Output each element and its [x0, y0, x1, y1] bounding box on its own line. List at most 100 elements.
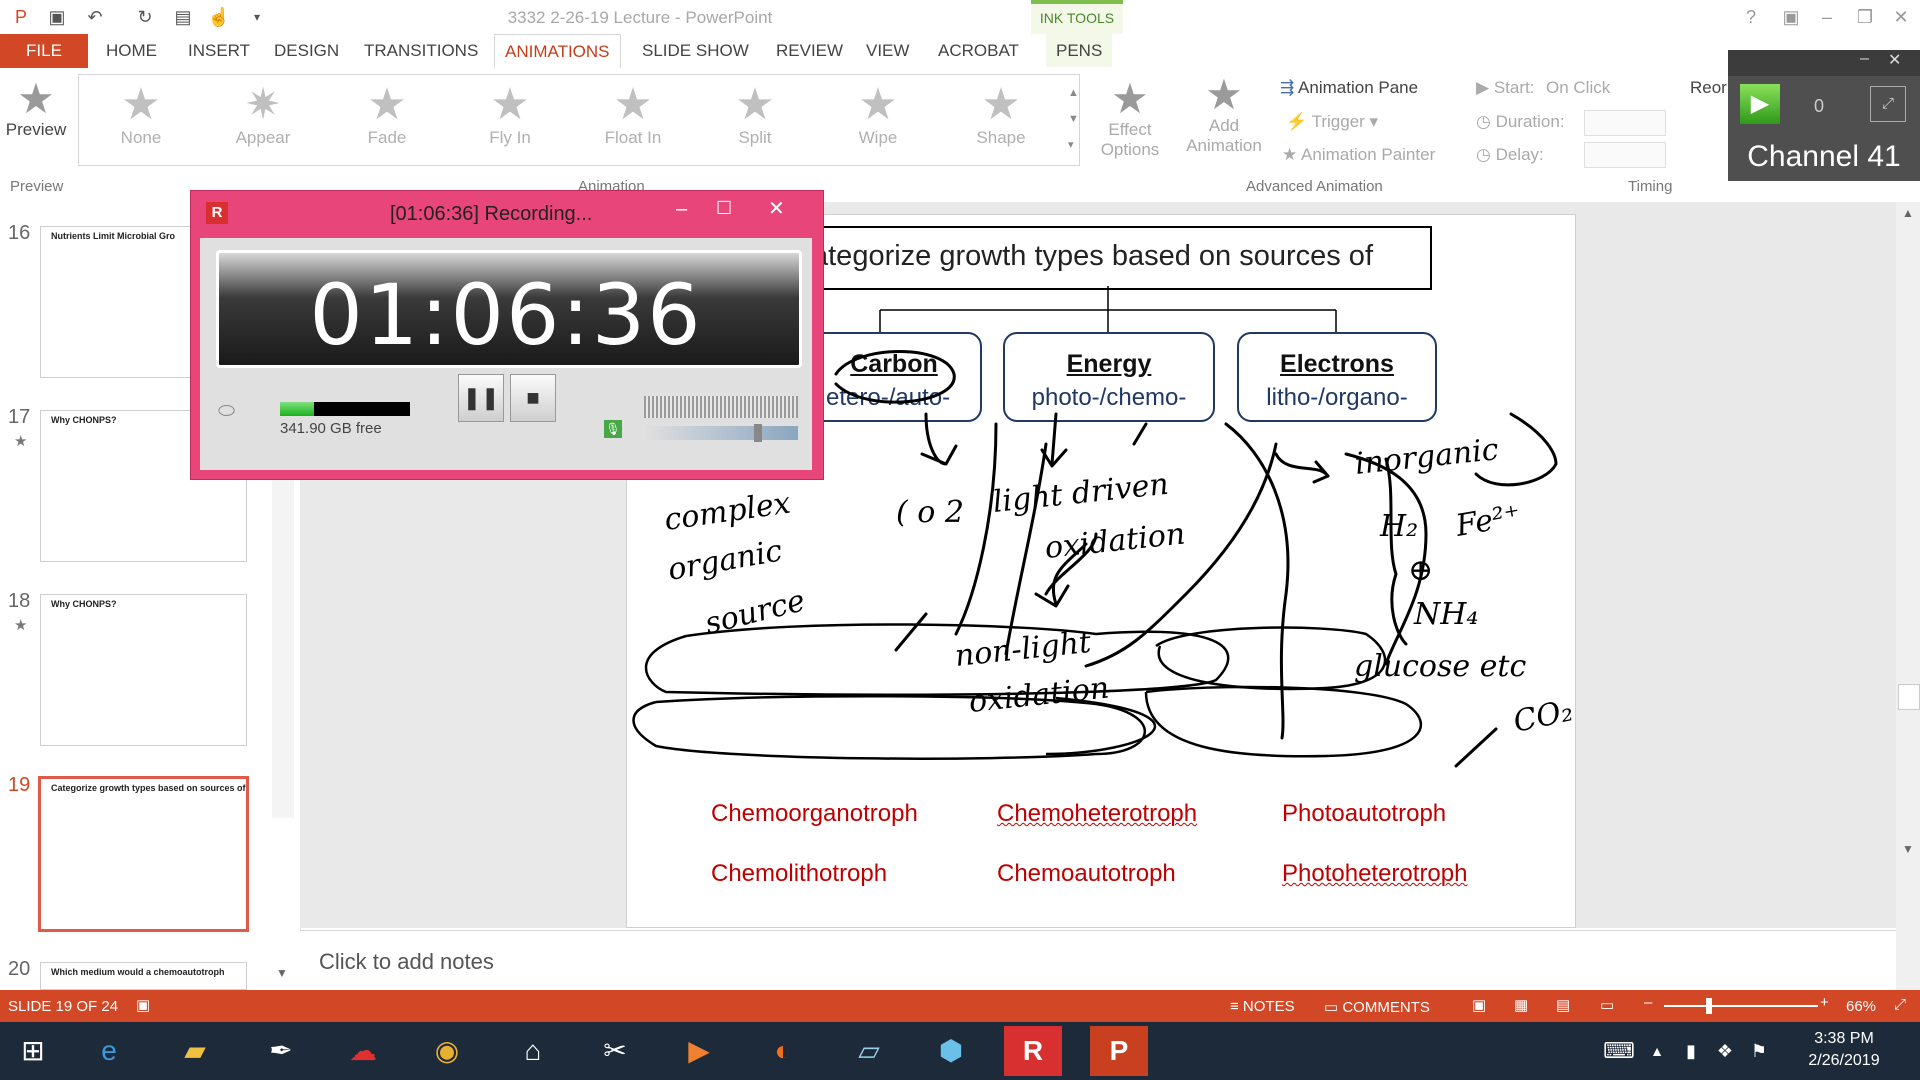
add-animation-icon: ★ [1205, 71, 1243, 118]
fade-star-icon: ★ [367, 80, 407, 129]
tab-slide-show[interactable]: SLIDE SHOW [632, 34, 759, 67]
touch-keyboard-icon[interactable]: ⌨ [1590, 1026, 1648, 1076]
internet-explorer-icon[interactable]: e [80, 1026, 138, 1076]
powerpoint-taskbar-icon[interactable]: P [1090, 1026, 1148, 1076]
dropbox-icon[interactable]: ❖ [1710, 1026, 1740, 1076]
overlay-close-icon[interactable]: ✕ [1888, 50, 1901, 70]
channel-expand-icon[interactable]: ⤢ [1870, 86, 1906, 122]
zoom-level[interactable]: 66% [1846, 998, 1876, 1015]
comments-button[interactable]: ▭ COMMENTS [1324, 998, 1430, 1016]
anim-wipe[interactable]: ★ Wipe [823, 82, 933, 148]
zoom-slider-thumb[interactable] [1706, 998, 1712, 1014]
chrome-icon[interactable]: ◉ [418, 1026, 476, 1076]
3d-app-icon[interactable]: ⬢ [922, 1026, 980, 1076]
preview-button[interactable]: ★ Preview [4, 78, 68, 140]
anim-fade[interactable]: ★ Fade [332, 82, 442, 148]
anim-shape[interactable]: ★ Shape [946, 82, 1056, 148]
scroll-thumb[interactable] [1898, 684, 1920, 710]
scroll-down-icon[interactable]: ▼ [276, 966, 288, 980]
reorder-label: Reor [1690, 78, 1727, 97]
slide-show-icon[interactable]: ▭ [1600, 996, 1614, 1014]
duration-field[interactable] [1584, 110, 1666, 136]
tab-acrobat[interactable]: ACROBAT [928, 34, 1029, 67]
action-flag-icon[interactable]: ⚑ [1744, 1026, 1774, 1076]
tab-insert[interactable]: INSERT [178, 34, 260, 67]
scroll-up-icon[interactable]: ▲ [1902, 206, 1914, 220]
fit-slide-icon[interactable]: ⤢ [1894, 996, 1906, 1013]
snipping-tool-icon[interactable]: ✂ [586, 1026, 644, 1076]
tray-overflow-icon[interactable]: ▲ [1642, 1026, 1672, 1076]
tab-view[interactable]: VIEW [856, 34, 919, 67]
pen-app-icon[interactable]: ✒ [252, 1026, 310, 1076]
recorder-maximize-icon[interactable]: ☐ [716, 198, 732, 219]
animation-painter-button[interactable]: ★ Animation Painter [1282, 145, 1435, 165]
media-player-icon[interactable]: ▶ [670, 1026, 728, 1076]
slide-thumbnail-19[interactable]: Categorize growth types based on sources… [38, 776, 249, 932]
tab-review[interactable]: REVIEW [766, 34, 853, 67]
notes-app-icon[interactable]: ▱ [840, 1026, 898, 1076]
start-icon[interactable]: ⊞ [4, 1026, 62, 1076]
spellcheck-icon[interactable]: ▣ [136, 996, 150, 1014]
notes-button[interactable]: ≡ NOTES [1230, 998, 1295, 1015]
anim-none[interactable]: ★ None [86, 82, 196, 148]
preview-label: Preview [5, 120, 67, 139]
anim-float-in[interactable]: ★ Float In [578, 82, 688, 148]
svg-text:complex: complex [662, 486, 792, 538]
zoom-out-icon[interactable]: – [1644, 994, 1652, 1011]
firefox-icon[interactable]: ◐ [754, 1026, 812, 1076]
normal-view-icon[interactable]: ▣ [1472, 996, 1486, 1014]
recorder-taskbar-icon[interactable]: R [1004, 1026, 1062, 1076]
overlay-minimize-icon[interactable]: – [1860, 50, 1869, 68]
reading-view-icon[interactable]: ▤ [1556, 996, 1570, 1014]
recorder-minimize-icon[interactable]: – [676, 198, 687, 221]
ribbon-display-icon[interactable]: ▣ [1776, 4, 1806, 30]
trigger-button[interactable]: ⚡ Trigger ▾ [1286, 112, 1378, 132]
pause-button[interactable]: ❚❚ [458, 374, 504, 422]
gallery-scroll[interactable]: ▲ ▼ ▾ [1068, 80, 1079, 158]
anim-fly-in[interactable]: ★ Fly In [455, 82, 565, 148]
slide-sorter-icon[interactable]: ▦ [1514, 996, 1528, 1014]
delay-field[interactable] [1584, 142, 1666, 168]
file-explorer-icon[interactable]: ▰ [166, 1026, 224, 1076]
help-icon[interactable]: ? [1736, 4, 1766, 30]
svg-text:( o 2: ( o 2 [896, 495, 964, 530]
home-icon[interactable]: ⌂ [504, 1026, 562, 1076]
slide-thumbnail-20[interactable]: Which medium would a chemoautotroph [40, 962, 247, 990]
microphone-icon[interactable]: 🎙 [604, 420, 622, 438]
tab-design[interactable]: DESIGN [264, 34, 349, 67]
slide-thumbnail-18[interactable]: Why CHONPS? [40, 594, 247, 746]
start-select[interactable]: On Click [1546, 78, 1610, 98]
stop-button[interactable]: ■ [510, 374, 556, 422]
volume-slider-thumb[interactable] [754, 424, 762, 442]
zoom-in-icon[interactable]: + [1820, 994, 1829, 1011]
tab-transitions[interactable]: TRANSITIONS [354, 34, 488, 67]
creative-cloud-icon[interactable]: ☁ [334, 1026, 392, 1076]
add-animation-button[interactable]: ★ Add Animation [1184, 74, 1264, 156]
close-icon[interactable]: ✕ [1886, 4, 1916, 30]
scroll-down-icon[interactable]: ▼ [1902, 842, 1914, 856]
minimize-icon[interactable]: – [1812, 4, 1842, 30]
network-icon[interactable]: ▮ [1676, 1026, 1706, 1076]
slide-number: 19 [8, 774, 31, 796]
notes-pane[interactable]: Click to add notes [300, 930, 1896, 991]
zoom-slider[interactable] [1664, 1005, 1818, 1007]
effect-options-button[interactable]: ★ Effect Options [1090, 78, 1170, 160]
taskbar-clock[interactable]: 3:38 PM 2/26/2019 [1784, 1028, 1904, 1072]
file-tab[interactable]: FILE [0, 34, 88, 68]
slide-number: 18 [8, 590, 31, 612]
tab-pens[interactable]: PENS [1046, 34, 1113, 67]
slide-counter: SLIDE 19 OF 24 [8, 998, 119, 1015]
anim-split[interactable]: ★ Split [700, 82, 810, 148]
tab-home[interactable]: HOME [96, 34, 167, 67]
animation-pane-button[interactable]: ⇶ Animation Pane [1280, 78, 1418, 98]
delay-label: ◷ Delay: [1476, 145, 1544, 164]
channel-play-icon[interactable]: ▶ [1740, 84, 1780, 124]
shape-star-icon: ★ [981, 80, 1021, 129]
editor-scrollbar[interactable] [1896, 202, 1920, 990]
recorder-logo-icon: R [206, 202, 228, 224]
anim-appear[interactable]: ✷ Appear [208, 82, 318, 148]
restore-icon[interactable]: ❐ [1850, 4, 1880, 30]
tab-animations[interactable]: ANIMATIONS [494, 34, 621, 68]
volume-slider[interactable] [644, 426, 798, 440]
recorder-close-icon[interactable]: ✕ [768, 196, 785, 221]
